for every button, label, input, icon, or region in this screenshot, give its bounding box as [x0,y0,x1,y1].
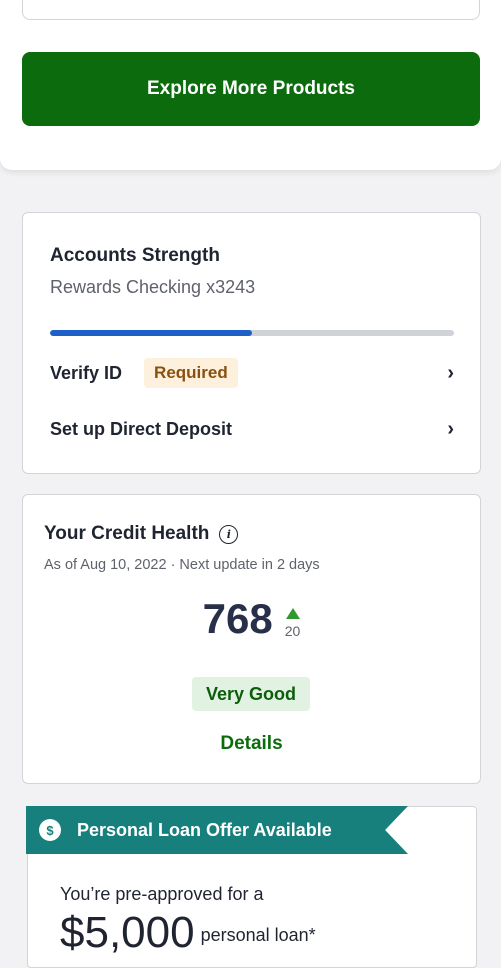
details-link[interactable]: Details [23,733,480,755]
score-change: 20 [284,608,301,639]
arrow-up-icon [285,608,300,619]
dollar-icon: $ [39,819,61,841]
accounts-strength-card: Accounts Strength Rewards Checking x3243… [22,212,481,474]
chevron-right-icon: › [447,417,454,440]
credit-update-info: As of Aug 10, 2022 · Next update in 2 da… [44,557,320,573]
chevron-right-icon: › [447,361,454,384]
explore-more-products-button[interactable]: Explore More Products [22,52,480,126]
credit-health-title: Your Credit Health i [44,523,239,545]
products-card: Explore More Products [0,0,501,170]
loan-amount-line: $5,000 personal loan* [60,908,316,960]
direct-deposit-row[interactable]: Set up Direct Deposit › [50,412,454,446]
product-tile [22,0,480,20]
credit-health-card: Your Credit Health i As of Aug 10, 2022 … [22,494,481,784]
loan-suffix: personal loan* [200,925,316,946]
credit-health-title-text: Your Credit Health [44,523,210,544]
loan-amount: $5,000 [60,908,195,957]
verify-id-label: Verify ID [50,362,123,383]
loan-offer-banner: $ Personal Loan Offer Available [26,806,408,854]
score-delta: 20 [284,623,301,639]
account-name: Rewards Checking x3243 [50,277,256,297]
credit-score: 768 [202,595,273,642]
accounts-strength-title: Accounts Strength [50,245,220,266]
account-strength-progress [50,330,454,336]
loan-preapproved-text: You’re pre-approved for a [60,884,264,904]
direct-deposit-label: Set up Direct Deposit [50,418,233,439]
credit-rating-badge: Very Good [192,677,310,711]
verify-id-row[interactable]: Verify ID Required › [50,356,454,390]
progress-fill [50,330,252,336]
loan-banner-text: Personal Loan Offer Available [77,819,332,840]
info-icon[interactable]: i [219,524,239,544]
required-badge: Required [144,358,238,388]
credit-score-group: 768 20 [23,595,480,643]
